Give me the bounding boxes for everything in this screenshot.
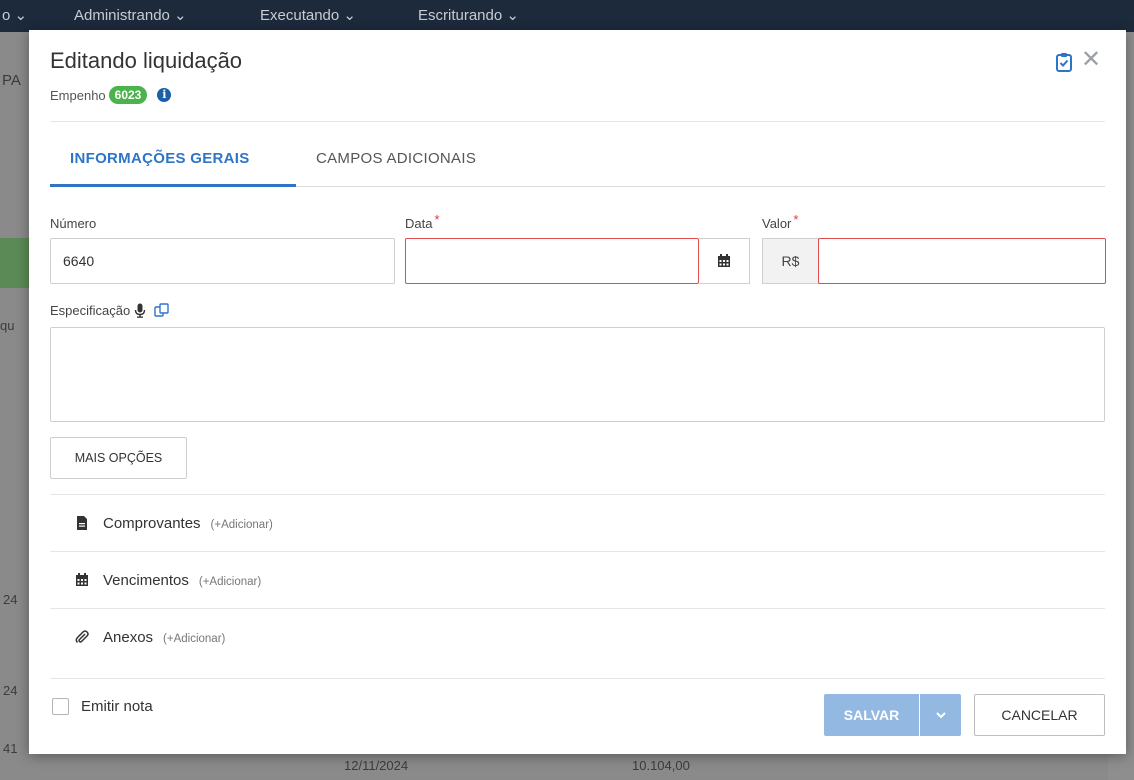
especificacao-label-text: Especificação	[50, 303, 131, 318]
section-anexos[interactable]: Anexos (+Adicionar)	[50, 608, 1105, 666]
tab-bar: INFORMAÇÕES GERAIS CAMPOS ADICIONAIS	[50, 138, 1105, 187]
cancel-button[interactable]: CANCELAR	[974, 694, 1105, 736]
divider	[50, 678, 1105, 679]
background-fragment: 10.104,00	[632, 758, 690, 773]
menu-label: Escriturando	[418, 7, 503, 24]
section-vencimentos[interactable]: Vencimentos (+Adicionar)	[50, 551, 1105, 609]
menu-administrando[interactable]: Administrando ⌄	[74, 6, 187, 24]
dialog-subtitle: Empenho 6023 i	[50, 86, 172, 104]
more-options-button[interactable]: MAIS OPÇÕES	[50, 437, 187, 479]
menu-partial[interactable]: o ⌄	[2, 6, 27, 24]
section-label-text: Vencimentos	[103, 572, 189, 589]
data-label-text: Data	[405, 216, 433, 231]
file-icon	[77, 516, 87, 530]
numero-label: Número	[50, 216, 97, 231]
menu-label: Executando	[260, 7, 340, 24]
background-highlight	[0, 238, 30, 288]
copy-icon[interactable]	[154, 303, 170, 318]
menu-label: o	[2, 7, 11, 24]
valor-label: Valor *	[762, 212, 798, 231]
chevron-down-icon	[935, 711, 946, 718]
required-mark: *	[434, 212, 440, 227]
especificacao-textarea[interactable]	[50, 327, 1105, 422]
calendar-icon	[718, 254, 730, 267]
numero-input[interactable]: 6640	[50, 238, 395, 284]
tab-campos-adicionais[interactable]: CAMPOS ADICIONAIS	[316, 150, 476, 167]
dialog-title: Editando liquidação	[50, 48, 243, 73]
data-label: Data *	[405, 212, 440, 231]
date-picker-button[interactable]	[699, 238, 750, 284]
menu-escriturando[interactable]: Escriturando ⌄	[418, 6, 519, 24]
valor-label-text: Valor	[762, 216, 792, 231]
emit-note-label[interactable]: Emitir nota	[81, 698, 153, 715]
background-fragment: 24	[3, 683, 18, 698]
info-icon[interactable]: i	[157, 88, 172, 102]
save-button[interactable]: SALVAR	[824, 694, 919, 736]
background-fragment: qu	[0, 318, 15, 333]
emit-note-checkbox[interactable]	[52, 698, 69, 715]
add-comprovante-link[interactable]: (+Adicionar)	[211, 519, 273, 531]
section-label: Anexos (+Adicionar)	[103, 629, 225, 646]
section-comprovantes[interactable]: Comprovantes (+Adicionar)	[50, 494, 1105, 552]
menu-label: Administrando	[74, 7, 170, 24]
background-fragment: 24	[3, 592, 18, 607]
paperclip-icon	[75, 630, 89, 644]
clipboard-check-icon[interactable]	[1055, 51, 1073, 73]
section-label: Comprovantes (+Adicionar)	[103, 515, 273, 532]
add-vencimento-link[interactable]: (+Adicionar)	[199, 576, 261, 588]
section-label-text: Comprovantes	[103, 515, 201, 532]
required-mark: *	[793, 212, 799, 227]
background-fragment: 12/11/2024	[344, 758, 409, 773]
save-options-dropdown[interactable]	[920, 694, 961, 736]
section-label: Vencimentos (+Adicionar)	[103, 572, 261, 589]
currency-prefix: R$	[762, 238, 819, 284]
menu-executando[interactable]: Executando ⌄	[260, 6, 356, 24]
calendar-icon	[76, 573, 88, 586]
valor-input[interactable]	[818, 238, 1106, 284]
edit-liquidation-dialog: Editando liquidação Empenho 6023 i ✕ INF…	[29, 30, 1126, 754]
especificacao-label: Especificação	[50, 303, 170, 318]
close-icon[interactable]: ✕	[1081, 47, 1101, 73]
background-fragment: 41	[3, 741, 18, 756]
section-label-text: Anexos	[103, 629, 154, 646]
background-fragment: PA	[2, 72, 21, 89]
divider	[50, 121, 1105, 122]
top-navigation-bar: o ⌄ Administrando ⌄ Executando ⌄ Escritu…	[0, 0, 1134, 32]
empenho-label: Empenho	[50, 87, 106, 103]
tab-informacoes-gerais[interactable]: INFORMAÇÕES GERAIS	[70, 150, 250, 167]
add-anexo-link[interactable]: (+Adicionar)	[163, 633, 225, 645]
microphone-icon[interactable]	[134, 303, 146, 318]
data-input[interactable]	[405, 238, 699, 284]
empenho-badge[interactable]: 6023	[108, 86, 148, 104]
active-tab-indicator	[50, 184, 296, 187]
